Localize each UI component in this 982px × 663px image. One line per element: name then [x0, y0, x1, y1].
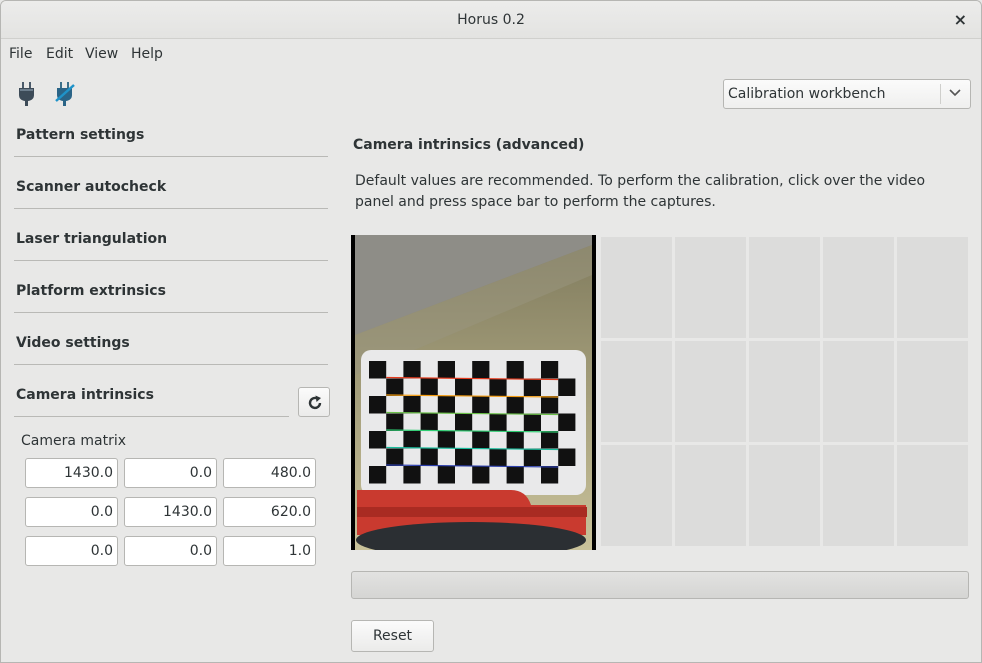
- refresh-button[interactable]: [298, 387, 330, 417]
- capture-thumb: [897, 341, 968, 442]
- workbench-select-value: Calibration workbench: [728, 86, 886, 102]
- capture-thumb: [601, 445, 672, 546]
- menu-view[interactable]: View: [85, 46, 118, 62]
- panel-description: Default values are recommended. To perfo…: [355, 173, 926, 210]
- capture-thumb: [601, 237, 672, 338]
- video-panel[interactable]: [351, 235, 596, 550]
- matrix-cell-0-0[interactable]: 1430.0: [25, 458, 118, 488]
- section-label: Scanner autocheck: [16, 179, 167, 195]
- capture-thumb: [897, 237, 968, 338]
- window-title: Horus 0.2: [457, 12, 525, 28]
- titlebar[interactable]: Horus 0.2 ×: [1, 1, 981, 39]
- section-camera-intrinsics[interactable]: Camera intrinsics: [14, 387, 289, 417]
- combo-divider: [940, 84, 941, 104]
- section-label: Platform extrinsics: [16, 283, 166, 299]
- camera-feed-image: [351, 235, 596, 550]
- refresh-icon: [308, 395, 322, 410]
- close-icon[interactable]: ×: [954, 10, 967, 29]
- capture-thumb: [823, 445, 894, 546]
- chevron-down-icon: [949, 89, 961, 97]
- calibration-progress-bar: [351, 571, 969, 599]
- section-laser-triangulation[interactable]: Laser triangulation: [14, 231, 328, 261]
- main-window: Horus 0.2 × File Edit View Help Calibrat…: [0, 0, 982, 663]
- plug-connect-icon[interactable]: [15, 81, 39, 107]
- capture-thumb: [675, 237, 746, 338]
- section-pattern-settings[interactable]: Pattern settings: [14, 127, 328, 157]
- matrix-cell-1-1[interactable]: 1430.0: [124, 497, 217, 527]
- panel-title: Camera intrinsics (advanced): [353, 137, 585, 153]
- capture-thumb: [601, 341, 672, 442]
- section-label: Laser triangulation: [16, 231, 168, 247]
- capture-thumb: [675, 341, 746, 442]
- workbench-select[interactable]: Calibration workbench: [723, 79, 971, 109]
- capture-thumb: [749, 341, 820, 442]
- menu-help[interactable]: Help: [131, 46, 163, 62]
- menu-file[interactable]: File: [9, 46, 32, 62]
- matrix-cell-2-0[interactable]: 0.0: [25, 536, 118, 566]
- section-platform-extrinsics[interactable]: Platform extrinsics: [14, 283, 328, 313]
- capture-thumb: [823, 237, 894, 338]
- capture-thumb: [749, 237, 820, 338]
- capture-thumb: [675, 445, 746, 546]
- matrix-cell-2-2[interactable]: 1.0: [223, 536, 316, 566]
- plug-disconnect-icon[interactable]: [53, 81, 77, 107]
- matrix-cell-1-2[interactable]: 620.0: [223, 497, 316, 527]
- capture-thumb: [749, 445, 820, 546]
- menu-edit[interactable]: Edit: [46, 46, 73, 62]
- capture-thumb: [823, 341, 894, 442]
- matrix-cell-0-1[interactable]: 0.0: [124, 458, 217, 488]
- capture-thumb: [897, 445, 968, 546]
- section-label: Video settings: [16, 335, 130, 351]
- menubar: File Edit View Help: [1, 41, 981, 67]
- camera-matrix-label: Camera matrix: [21, 433, 127, 449]
- section-scanner-autocheck[interactable]: Scanner autocheck: [14, 179, 328, 209]
- section-label: Camera intrinsics: [16, 387, 154, 403]
- matrix-cell-2-1[interactable]: 0.0: [124, 536, 217, 566]
- matrix-cell-1-0[interactable]: 0.0: [25, 497, 118, 527]
- section-video-settings[interactable]: Video settings: [14, 335, 328, 365]
- reset-button[interactable]: Reset: [351, 620, 434, 652]
- section-label: Pattern settings: [16, 127, 145, 143]
- matrix-cell-0-2[interactable]: 480.0: [223, 458, 316, 488]
